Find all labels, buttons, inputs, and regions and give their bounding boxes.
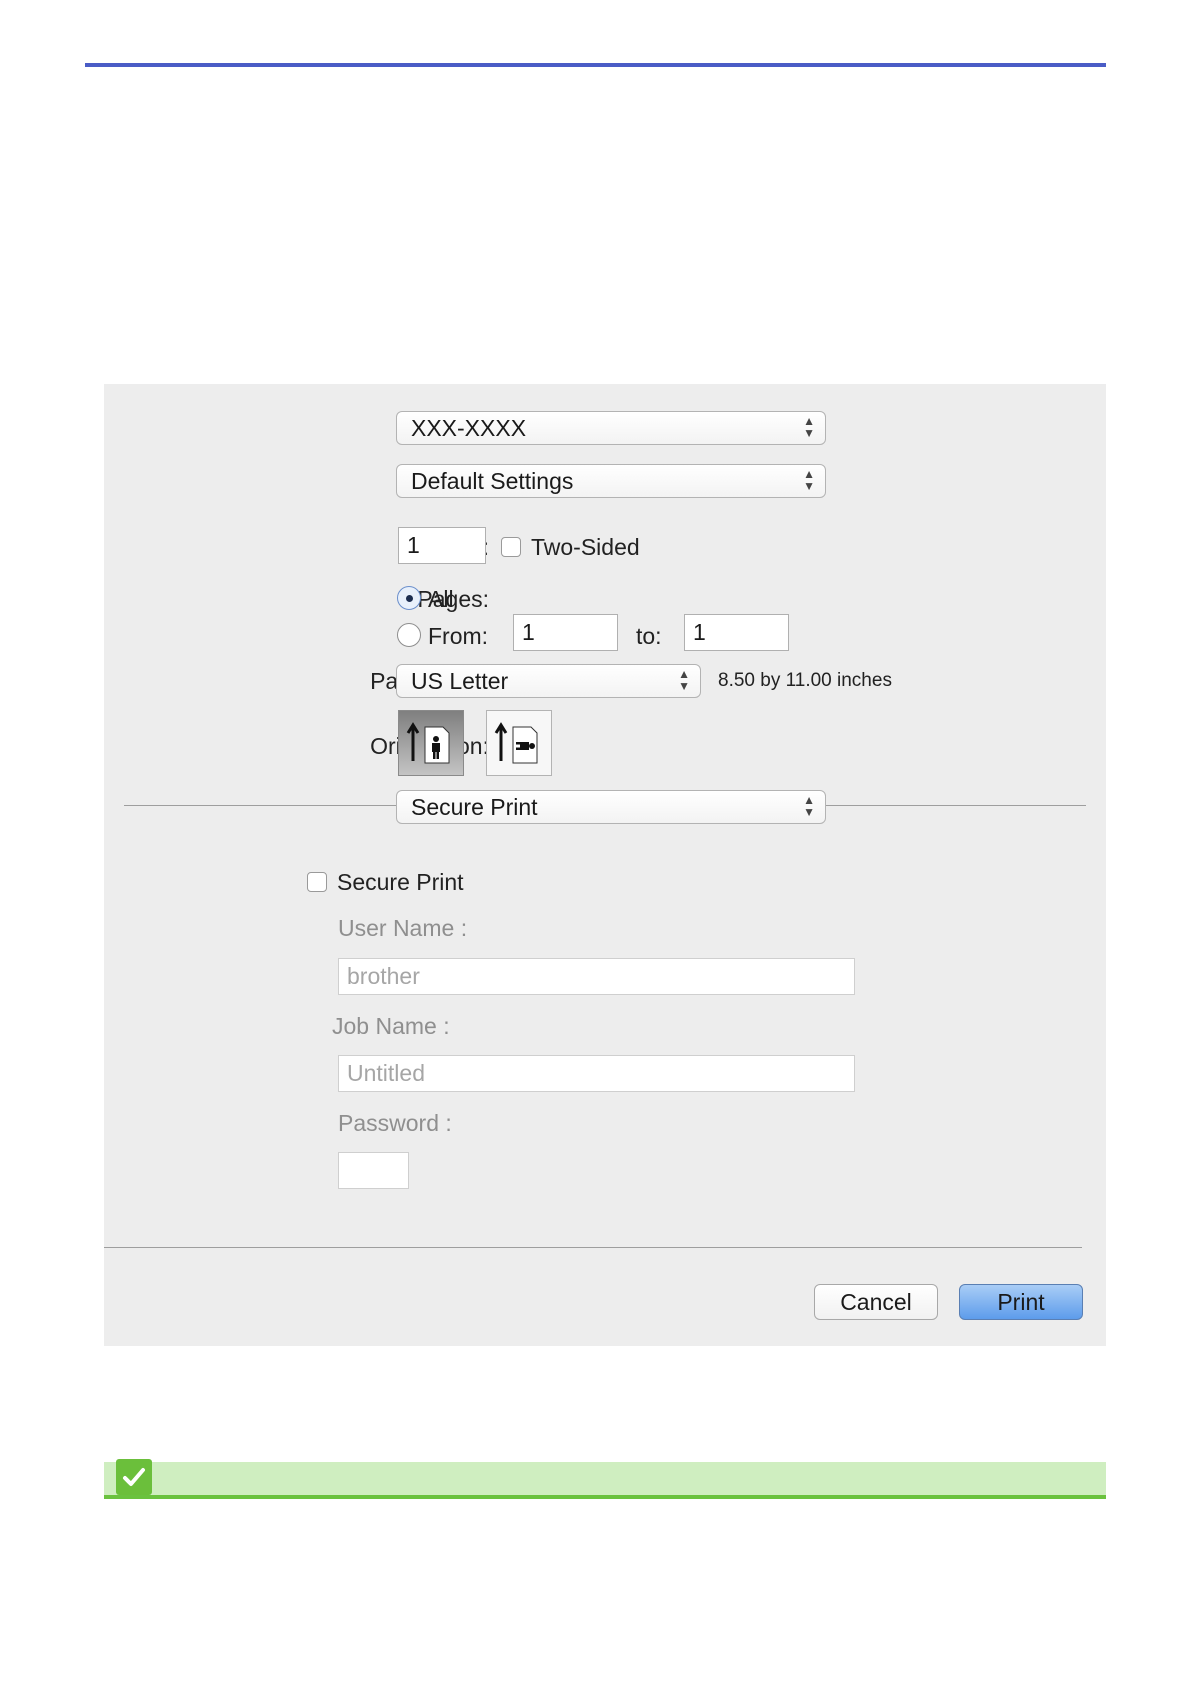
pages-to-label: to: — [636, 623, 662, 649]
section-popup[interactable]: Secure Print ▲ ▼ — [396, 790, 826, 824]
up-down-arrows-icon: ▲ ▼ — [803, 467, 815, 493]
print-button[interactable]: Print — [959, 1284, 1083, 1320]
printer-popup[interactable]: XXX-XXXX ▲ ▼ — [396, 411, 826, 445]
user-name-label: User Name : — [338, 915, 468, 941]
up-down-arrows-icon: ▲ ▼ — [803, 793, 815, 819]
checkmark-icon — [116, 1459, 152, 1495]
presets-popup[interactable]: Default Settings ▲ ▼ — [396, 464, 826, 498]
paper-size-popup[interactable]: US Letter ▲ ▼ — [396, 664, 701, 698]
password-field[interactable] — [338, 1152, 409, 1189]
section-divider-left — [124, 805, 396, 806]
paper-size-dimensions: 8.50 by 11.00 inches — [718, 670, 892, 691]
pages-all-label: All — [428, 586, 454, 612]
presets-value: Default Settings — [411, 468, 574, 494]
section-divider-right — [825, 805, 1086, 806]
cancel-button[interactable]: Cancel — [814, 1284, 938, 1320]
job-name-field[interactable]: Untitled — [338, 1055, 855, 1092]
printer-value: XXX-XXXX — [411, 415, 527, 441]
paper-size-value: US Letter — [411, 668, 509, 694]
portrait-orientation-icon — [406, 722, 450, 764]
section-popup-value: Secure Print — [411, 794, 538, 820]
secure-print-checkbox[interactable] — [307, 872, 327, 892]
two-sided-checkbox[interactable] — [501, 537, 521, 557]
pages-from-field[interactable]: 1 — [513, 614, 618, 651]
copies-field[interactable]: 1 — [398, 527, 486, 564]
note-bar — [104, 1462, 1106, 1495]
pages-to-field[interactable]: 1 — [684, 614, 789, 651]
job-name-label: Job Name : — [332, 1013, 450, 1039]
print-dialog: Printer: XXX-XXXX ▲▼ Presets: Default Se… — [104, 384, 1106, 1346]
portrait-orientation-button[interactable] — [398, 710, 464, 776]
up-down-arrows-icon: ▲ ▼ — [678, 667, 690, 693]
up-down-arrows-icon: ▲ ▼ — [803, 414, 815, 440]
pages-all-radio[interactable] — [397, 586, 421, 610]
two-sided-label: Two-Sided — [531, 534, 640, 560]
password-label: Password : — [338, 1110, 452, 1136]
header-rule — [85, 63, 1106, 67]
note-bar-underline — [104, 1495, 1106, 1499]
pages-from-label: From: — [428, 623, 489, 649]
secure-print-label: Secure Print — [337, 869, 464, 895]
button-bar-divider — [104, 1247, 1082, 1248]
user-name-field[interactable]: brother — [338, 958, 855, 995]
landscape-orientation-icon — [494, 722, 538, 764]
pages-from-radio[interactable] — [397, 623, 421, 647]
landscape-orientation-button[interactable] — [486, 710, 552, 776]
